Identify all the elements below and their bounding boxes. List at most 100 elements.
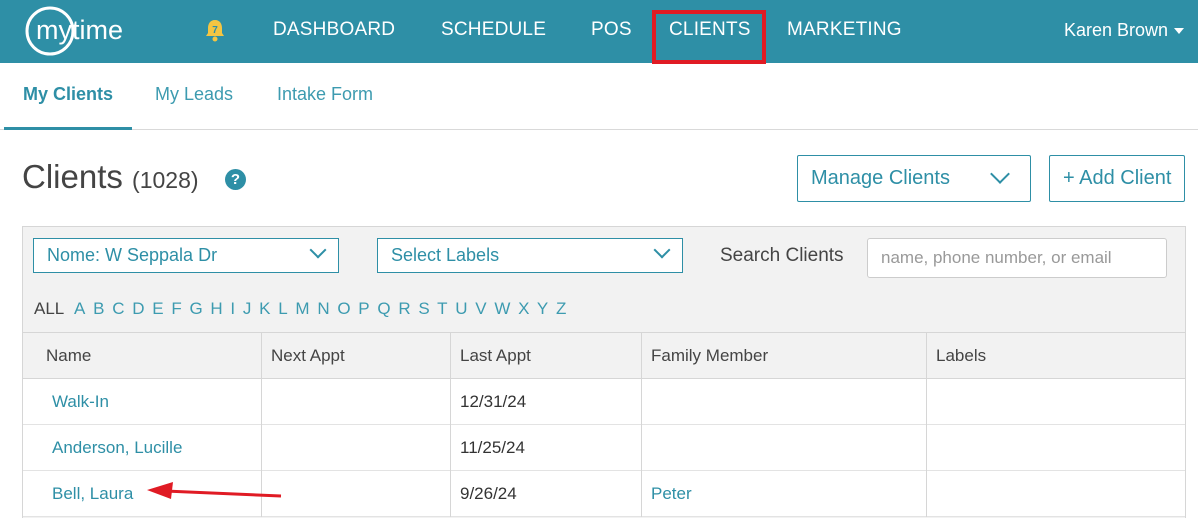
mytime-logo[interactable]: mytime [24, 6, 156, 56]
search-input[interactable] [867, 238, 1167, 278]
alpha-letter[interactable]: U [455, 299, 467, 318]
alpha-letter[interactable]: V [475, 299, 486, 318]
help-icon[interactable]: ? [225, 169, 246, 190]
next-appt-cell [261, 425, 450, 470]
alpha-letter[interactable]: K [259, 299, 270, 318]
location-select-value: Nome: W Seppala Dr [47, 245, 218, 265]
next-appt-cell [261, 471, 450, 516]
nav-schedule[interactable]: SCHEDULE [441, 19, 546, 41]
alpha-letter[interactable]: G [189, 299, 202, 318]
alpha-letter[interactable]: P [358, 299, 369, 318]
column-header-last-appt[interactable]: Last Appt [450, 333, 641, 379]
alpha-letter[interactable]: W [494, 299, 510, 318]
labels-cell [926, 425, 1164, 470]
labels-select-value: Select Labels [391, 245, 500, 265]
column-divider [261, 379, 262, 425]
notification-count: 7 [212, 25, 218, 36]
column-header-next-appt[interactable]: Next Appt [261, 333, 450, 379]
tab-intake-form[interactable]: Intake Form [277, 84, 373, 105]
client-list-panel: Nome: W Seppala Dr Select Labels Search … [22, 226, 1186, 518]
annotation-arrow-icon [147, 482, 282, 499]
alpha-all[interactable]: ALL [34, 299, 64, 318]
tab-my-leads[interactable]: My Leads [155, 84, 233, 105]
alpha-letter[interactable]: L [278, 299, 287, 318]
client-name-link[interactable]: Walk-In [23, 379, 261, 424]
page-title: Clients (1028) [22, 158, 199, 196]
alpha-letter[interactable]: N [317, 299, 329, 318]
sub-navigation: My Clients My Leads Intake Form [0, 63, 1198, 130]
labels-select[interactable]: Select Labels [377, 238, 683, 273]
nav-dashboard[interactable]: DASHBOARD [273, 19, 395, 41]
client-count: (1028) [132, 167, 199, 193]
alpha-letter[interactable]: E [152, 299, 163, 318]
alpha-letter[interactable]: Y [537, 299, 548, 318]
chevron-down-icon [990, 164, 1010, 184]
column-divider [926, 425, 927, 471]
column-divider [926, 379, 927, 425]
active-tab-underline [4, 127, 132, 130]
column-divider [641, 471, 642, 517]
clients-highlight-box [652, 10, 766, 64]
column-header-labels[interactable]: Labels [926, 333, 1164, 379]
alpha-letter[interactable]: J [243, 299, 252, 318]
family-member-cell[interactable] [641, 379, 926, 424]
column-divider [450, 379, 451, 425]
column-divider [261, 333, 262, 379]
alpha-letter[interactable]: B [93, 299, 104, 318]
table-header: Name Next Appt Last Appt Family Member L… [23, 332, 1185, 379]
column-divider [261, 425, 262, 471]
column-header-name[interactable]: Name [23, 333, 261, 379]
logo-text: mytime [36, 15, 123, 45]
column-divider [641, 333, 642, 379]
alpha-letter[interactable]: M [295, 299, 309, 318]
alpha-letter[interactable]: F [171, 299, 181, 318]
last-appt-cell: 9/26/24 [460, 484, 517, 503]
user-name: Karen Brown [1063, 20, 1168, 40]
alpha-letter[interactable]: A [74, 299, 85, 318]
caret-down-icon [1174, 28, 1184, 35]
chevron-down-icon [309, 241, 327, 259]
alphabet-filter: ALL A B C D E F G H I J K L M N O P Q R … [34, 299, 569, 319]
notification-bell-icon[interactable]: 7 [204, 18, 226, 42]
alpha-letter[interactable]: X [518, 299, 529, 318]
alpha-letter[interactable]: C [112, 299, 124, 318]
family-member-cell[interactable] [641, 425, 926, 470]
add-client-button[interactable]: + Add Client [1049, 155, 1185, 202]
column-divider [926, 471, 927, 517]
table-row[interactable]: Walk-In 12/31/24 [23, 379, 1185, 425]
last-appt-cell: 12/31/24 [460, 392, 527, 411]
page-title-text: Clients [22, 158, 123, 195]
top-navbar: mytime 7 DASHBOARD SCHEDULE POS CLIENTS … [0, 0, 1198, 64]
column-divider [450, 333, 451, 379]
user-menu[interactable]: Karen Brown [1064, 20, 1184, 41]
family-member-cell[interactable]: Peter [641, 471, 926, 516]
table-row[interactable]: Anderson, Lucille 11/25/24 [23, 425, 1185, 471]
column-divider [450, 471, 451, 517]
column-divider [641, 379, 642, 425]
alpha-letter[interactable]: D [132, 299, 144, 318]
manage-clients-label: Manage Clients [811, 167, 950, 189]
alpha-letter[interactable]: H [210, 299, 222, 318]
alpha-letter[interactable]: R [398, 299, 410, 318]
column-header-family-member[interactable]: Family Member [641, 333, 926, 379]
alpha-letter[interactable]: Q [377, 299, 390, 318]
alpha-letter[interactable]: T [437, 299, 447, 318]
search-clients-label: Search Clients [720, 245, 844, 266]
nav-pos[interactable]: POS [591, 19, 632, 41]
alpha-letter[interactable]: Z [556, 299, 566, 318]
alpha-letter[interactable]: S [418, 299, 429, 318]
tab-my-clients[interactable]: My Clients [23, 84, 113, 105]
location-select[interactable]: Nome: W Seppala Dr [33, 238, 339, 273]
chevron-down-icon [653, 241, 671, 259]
alpha-letter[interactable]: O [337, 299, 350, 318]
alpha-letter[interactable]: I [230, 299, 235, 318]
nav-marketing[interactable]: MARKETING [787, 19, 902, 41]
last-appt-cell: 11/25/24 [460, 438, 525, 457]
manage-clients-button[interactable]: Manage Clients [797, 155, 1031, 202]
column-divider [450, 425, 451, 471]
client-name-link[interactable]: Anderson, Lucille [23, 425, 261, 470]
next-appt-cell [261, 379, 450, 424]
labels-cell [926, 471, 1164, 516]
column-divider [926, 333, 927, 379]
column-divider [641, 425, 642, 471]
